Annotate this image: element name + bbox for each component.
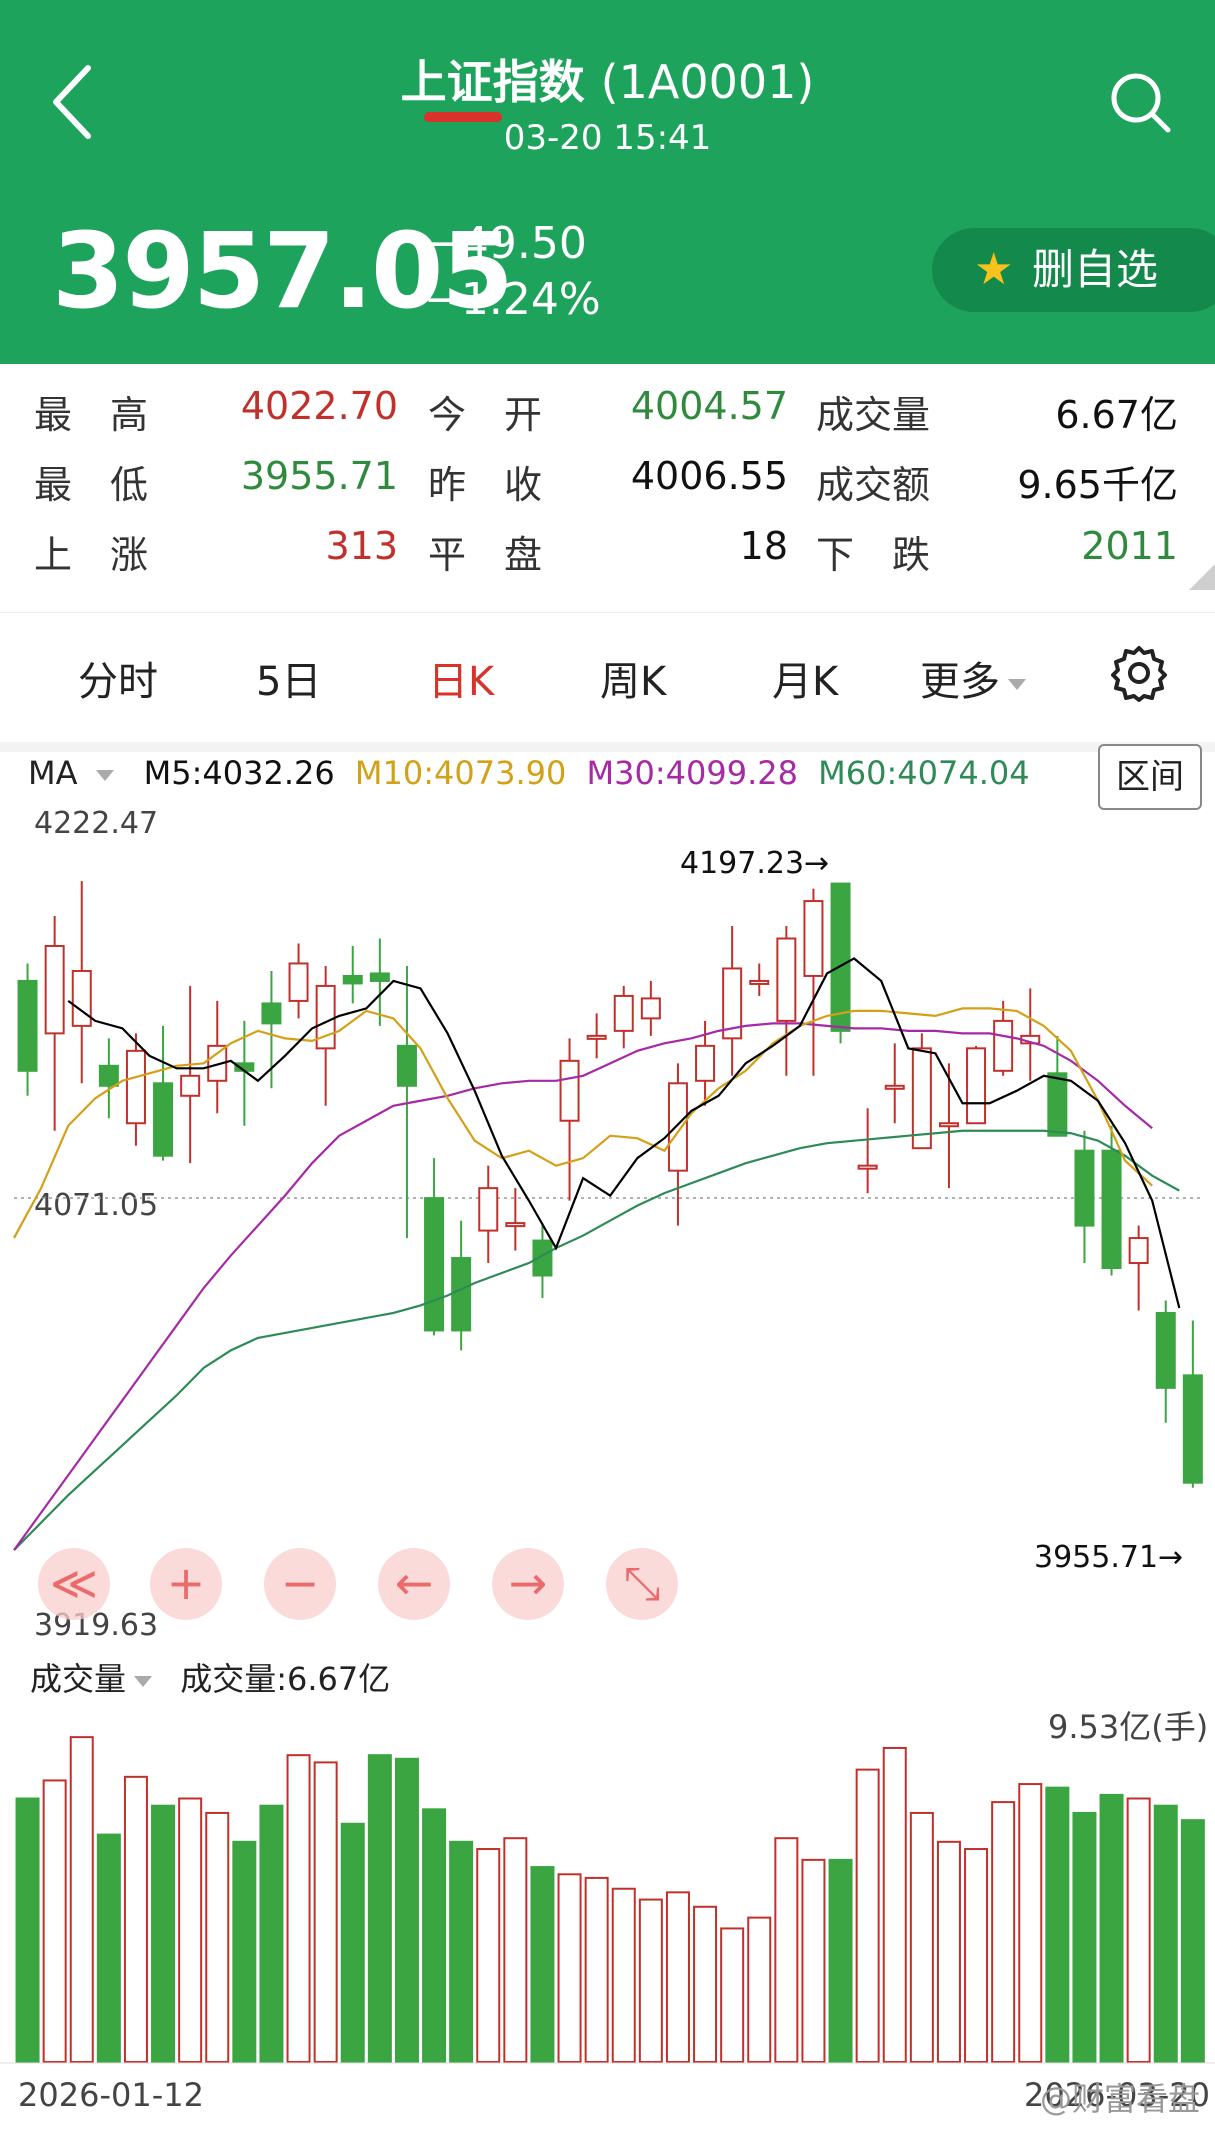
candle [586, 1034, 607, 1040]
x-start-label: 2026-01-12 [18, 2076, 204, 2114]
chevron-down-icon [134, 1675, 153, 1687]
candle [695, 1044, 716, 1082]
candle [342, 974, 363, 985]
candle [749, 979, 770, 985]
pan-left-icon[interactable]: ← [378, 1548, 450, 1620]
candle [98, 1064, 119, 1087]
candle [71, 969, 92, 1027]
volume-bar [232, 1840, 257, 2064]
volume-bar [449, 1840, 474, 2064]
volume-bar [557, 1873, 582, 2063]
candle [17, 979, 38, 1072]
candle [559, 1059, 580, 1122]
candle [857, 1164, 878, 1170]
volume-selector-label: 成交量 [30, 1660, 127, 1698]
volume-bar [15, 1797, 40, 2063]
volume-bar [1045, 1786, 1070, 2063]
volume-bar [1180, 1819, 1205, 2063]
zoom-in-icon[interactable]: + [150, 1548, 222, 1620]
volume-bar [774, 1837, 799, 2063]
volume-bar [991, 1801, 1016, 2064]
candle [369, 972, 390, 982]
volume-bar [747, 1916, 772, 2064]
candle [180, 1074, 201, 1097]
volume-bar [801, 1858, 826, 2063]
ma60-line [13, 1129, 1180, 1551]
volume-bar [909, 1811, 934, 2063]
volume-bar [584, 1876, 609, 2064]
candle [830, 882, 851, 1032]
volume-bar [1153, 1804, 1178, 2063]
candle [288, 962, 309, 1002]
fast-back-icon[interactable]: ≪ [38, 1548, 110, 1620]
volume-value: 成交量:6.67亿 [180, 1660, 391, 1698]
candle [993, 1019, 1014, 1072]
pan-right-icon[interactable]: → [492, 1548, 564, 1620]
candle [424, 1197, 445, 1332]
candle [613, 994, 634, 1032]
candle [1155, 1311, 1176, 1389]
fullscreen-icon[interactable]: ⤡ [606, 1548, 678, 1620]
candle [640, 997, 661, 1020]
volume-bar [422, 1808, 447, 2063]
volume-bar [1099, 1793, 1124, 2063]
volume-bar [693, 1905, 718, 2064]
volume-bar [882, 1746, 907, 2063]
volume-bar [720, 1927, 745, 2064]
candle [1101, 1149, 1122, 1270]
volume-bar [828, 1858, 853, 2063]
candle [125, 1049, 146, 1125]
volume-bar [205, 1811, 230, 2063]
volume-bar [259, 1804, 284, 2063]
candle [261, 1002, 282, 1025]
candle [451, 1257, 472, 1332]
volume-selector[interactable]: 成交量 [30, 1660, 153, 1698]
candle [505, 1222, 526, 1228]
volume-bar [503, 1837, 528, 2063]
candle [44, 944, 65, 1035]
kline-chart[interactable] [0, 0, 1215, 2131]
candle [938, 1122, 959, 1128]
watermark: @财富看盘 [1040, 2080, 1201, 2118]
volume-bar [69, 1736, 94, 2064]
candle [966, 1047, 987, 1125]
volume-bar [611, 1887, 636, 2063]
candle [396, 1044, 417, 1087]
volume-bar [178, 1797, 203, 2063]
volume-bar [530, 1866, 555, 2064]
candle [1128, 1237, 1149, 1265]
volume-bar [96, 1833, 121, 2063]
volume-bar [476, 1848, 501, 2063]
volume-bar [123, 1775, 148, 2064]
candle [667, 1082, 688, 1172]
volume-bar [394, 1757, 419, 2063]
candle [478, 1187, 499, 1232]
volume-bar [313, 1761, 338, 2063]
candle [153, 1082, 174, 1157]
volume-bar [936, 1840, 961, 2064]
volume-header: 成交量 成交量:6.67亿 [30, 1654, 390, 1700]
volume-bar [964, 1848, 989, 2063]
volume-bar [1126, 1797, 1151, 2063]
volume-bar [855, 1768, 880, 2063]
volume-bar [151, 1804, 176, 2063]
candle [1074, 1149, 1095, 1227]
zoom-out-icon[interactable]: − [264, 1548, 336, 1620]
volume-bar [638, 1898, 663, 2063]
candle [1182, 1374, 1203, 1484]
volume-bar [367, 1754, 392, 2063]
volume-bar [1072, 1811, 1097, 2063]
candle [1047, 1072, 1068, 1137]
candle [803, 900, 824, 977]
volume-bar [286, 1754, 311, 2063]
candle [884, 1084, 905, 1090]
volume-bar [42, 1779, 67, 2063]
candle [776, 937, 797, 1022]
volume-bar [665, 1891, 690, 2064]
volume-bar [1018, 1783, 1043, 2063]
volume-bar [340, 1822, 365, 2063]
volume-max-label: 9.53亿(手) [1048, 1708, 1209, 1746]
